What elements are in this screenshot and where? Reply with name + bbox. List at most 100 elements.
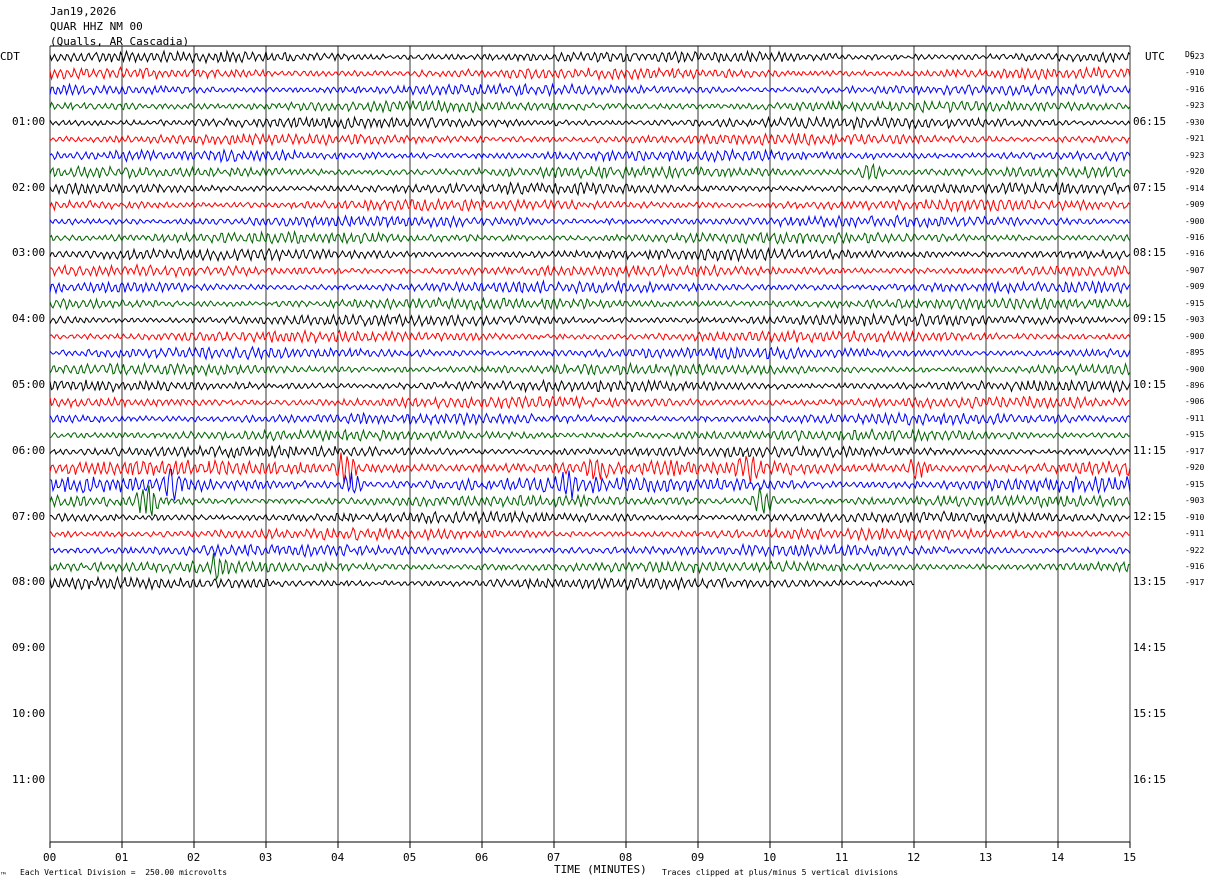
dc-offset-label: -909 — [1185, 282, 1205, 292]
trace-line-7 — [49, 162, 1131, 181]
trace-line-12 — [49, 246, 1131, 263]
dc-offset-label: -903 — [1185, 315, 1205, 325]
left-hour-label: 05:00 — [12, 378, 46, 391]
right-timezone-label: UTC — [1145, 50, 1165, 63]
trace-line-30 — [49, 542, 1131, 558]
trace-line-2 — [49, 82, 1131, 98]
trace-line-28 — [49, 509, 1131, 525]
trace-line-31 — [49, 553, 1130, 581]
left-hour-label: 07:00 — [12, 509, 46, 523]
header-station: QUAR HHZ NM 00 — [50, 20, 143, 33]
trace-line-5 — [49, 132, 1131, 147]
right-hour-label: 11:15 — [1133, 443, 1167, 457]
x-tick-label: 06 — [475, 851, 489, 864]
trace-line-9 — [49, 197, 1131, 213]
right-hour-label: 09:15 — [1133, 312, 1167, 326]
left-hour-label: 08:00 — [12, 575, 46, 589]
footer-marker: ™ — [1, 871, 6, 880]
left-hour-label: 04:00 — [12, 312, 46, 326]
x-tick-label: 09 — [691, 851, 705, 864]
dc-offset-label: -915 — [1185, 479, 1205, 489]
dc-offset-label: -917 — [1185, 578, 1205, 588]
dc-offset-label: -922 — [1185, 545, 1205, 555]
left-hour-label: 11:00 — [12, 772, 46, 786]
x-tick-label: 12 — [907, 851, 921, 864]
helicorder-traces — [49, 49, 1131, 591]
header-location: (Qualls, AR Cascadia) — [50, 35, 190, 48]
left-hour-label: 09:00 — [12, 641, 46, 655]
left-hour-label: 01:00 — [12, 114, 46, 128]
left-hour-label: 02:00 — [12, 180, 46, 194]
footer-scale-text: Each Vertical Division = 250.00 microvol… — [20, 868, 228, 877]
dc-offset-label: -923 — [1185, 101, 1205, 111]
x-tick-label: 01 — [115, 851, 129, 864]
dc-offset-label: -896 — [1185, 381, 1205, 390]
dc-offset-label: -917 — [1185, 446, 1205, 456]
trace-line-10 — [49, 214, 1131, 229]
dc-offset-label: -914 — [1185, 183, 1205, 193]
dc-offset-label: -920 — [1185, 167, 1205, 177]
x-tick-label: 15 — [1123, 851, 1137, 864]
trace-line-0 — [49, 49, 1131, 65]
right-hour-label: 14:15 — [1133, 641, 1167, 655]
dc-offset-label: -916 — [1185, 249, 1205, 259]
time-gridlines — [49, 45, 1131, 843]
dc-offset-label: -920 — [1185, 463, 1205, 473]
trace-line-6 — [49, 147, 1131, 164]
left-timezone-label: CDT — [0, 50, 20, 63]
dc-offset-label: -911 — [1185, 413, 1205, 423]
footer-clip-text: Traces clipped at plus/minus 5 vertical … — [662, 868, 899, 877]
dc-offset-label: -900 — [1185, 364, 1205, 374]
left-hour-label: 10:00 — [12, 707, 46, 720]
trace-line-21 — [49, 395, 1131, 410]
trace-line-13 — [49, 262, 1131, 279]
dc-offset-label: -923 — [1185, 150, 1205, 160]
dc-offset-label: -900 — [1185, 331, 1205, 341]
dc-offset-label: -930 — [1185, 117, 1205, 127]
dc-offset-label: -906 — [1185, 397, 1205, 407]
x-axis-ticks — [49, 842, 1131, 848]
right-hour-label: 08:15 — [1133, 246, 1167, 260]
dc-offset-label: -909 — [1185, 200, 1205, 210]
right-hour-label: 07:15 — [1133, 180, 1167, 194]
trace-line-22 — [49, 411, 1131, 427]
right-hour-label: 13:15 — [1133, 575, 1167, 589]
x-tick-label: 05 — [403, 851, 417, 864]
dc-offset-label: -916 — [1185, 561, 1205, 571]
left-hour-label: 06:00 — [12, 443, 46, 457]
trace-line-1 — [49, 65, 1131, 82]
trace-line-24 — [49, 444, 1131, 459]
dc-offset-label: -916 — [1185, 84, 1205, 94]
x-tick-label: 14 — [1051, 851, 1065, 864]
right-hour-label: 16:15 — [1133, 772, 1167, 786]
dc-offset-label: -923 — [1185, 52, 1205, 61]
dc-offset-label: -916 — [1185, 232, 1205, 242]
x-axis-title: TIME (MINUTES) — [554, 863, 647, 876]
dc-offset-label: -910 — [1185, 512, 1205, 522]
trace-line-19 — [49, 361, 1131, 378]
x-tick-label: 04 — [331, 851, 345, 864]
trace-line-15 — [49, 296, 1131, 311]
right-hour-label: 15:15 — [1133, 707, 1167, 720]
x-tick-label: 03 — [259, 851, 273, 864]
dc-offset-label: -921 — [1185, 134, 1205, 144]
trace-line-29 — [49, 526, 1131, 542]
dc-offset-label: -903 — [1185, 496, 1205, 506]
trace-line-27 — [49, 485, 1131, 517]
dc-offset-label: -911 — [1185, 529, 1205, 539]
left-hour-label: 03:00 — [12, 246, 46, 260]
dc-offset-label: -895 — [1185, 348, 1205, 358]
trace-line-4 — [49, 115, 1131, 131]
dc-offset-label: -900 — [1185, 216, 1205, 226]
trace-line-3 — [49, 99, 1131, 114]
x-tick-label: 10 — [763, 851, 777, 864]
right-hour-label: 12:15 — [1133, 509, 1167, 523]
trace-line-20 — [49, 378, 1131, 394]
trace-line-18 — [49, 345, 1131, 361]
seismogram-plot — [49, 45, 1131, 848]
dc-offset-label: -907 — [1185, 265, 1205, 275]
trace-line-23 — [49, 427, 1131, 443]
x-tick-label: 02 — [187, 851, 201, 864]
trace-line-14 — [49, 279, 1131, 295]
trace-line-26 — [49, 468, 1131, 501]
